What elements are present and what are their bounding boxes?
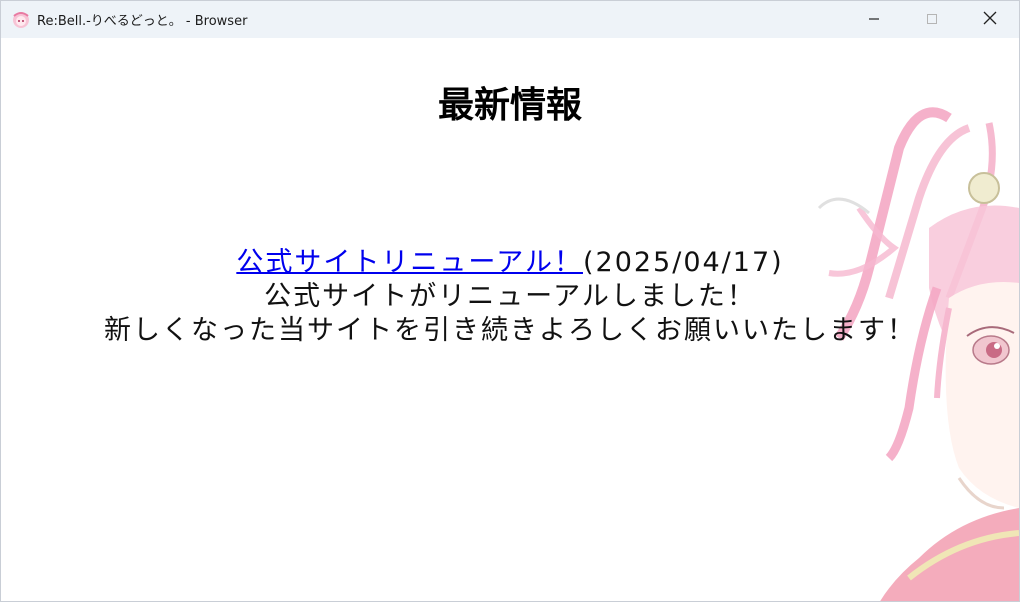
- minimize-button[interactable]: [845, 1, 903, 38]
- title-bar[interactable]: Re:Bell.-りべるどっと。 - Browser: [1, 1, 1019, 38]
- browser-window: Re:Bell.-りべるどっと。 - Browser 最新情報 公式サイトリニュ…: [0, 0, 1020, 602]
- window-title: Re:Bell.-りべるどっと。 - Browser: [37, 14, 248, 29]
- maximize-icon: [926, 10, 938, 29]
- news-link[interactable]: 公式サイトリニューアル！: [236, 247, 583, 278]
- news-body-line-1: 公式サイトがリニューアルしました！: [264, 281, 756, 312]
- close-button[interactable]: [961, 1, 1019, 38]
- page-content: 最新情報 公式サイトリニューアル！(2025/04/17) 公式サイトがリニュー…: [1, 38, 1019, 601]
- app-icon: [11, 10, 31, 30]
- window-controls: [845, 1, 1019, 38]
- close-icon: [983, 10, 997, 29]
- maximize-button[interactable]: [903, 1, 961, 38]
- news-headline-line: 公式サイトリニューアル！(2025/04/17): [1, 246, 1019, 280]
- minimize-icon: [868, 10, 880, 29]
- news-item: 公式サイトリニューアル！(2025/04/17) 公式サイトがリニューアルしまし…: [1, 246, 1019, 348]
- news-body-line-2: 新しくなった当サイトを引き続きよろしくお願いいたします！: [104, 315, 916, 346]
- news-date: (2025/04/17): [582, 247, 784, 278]
- page-title: 最新情報: [437, 85, 582, 126]
